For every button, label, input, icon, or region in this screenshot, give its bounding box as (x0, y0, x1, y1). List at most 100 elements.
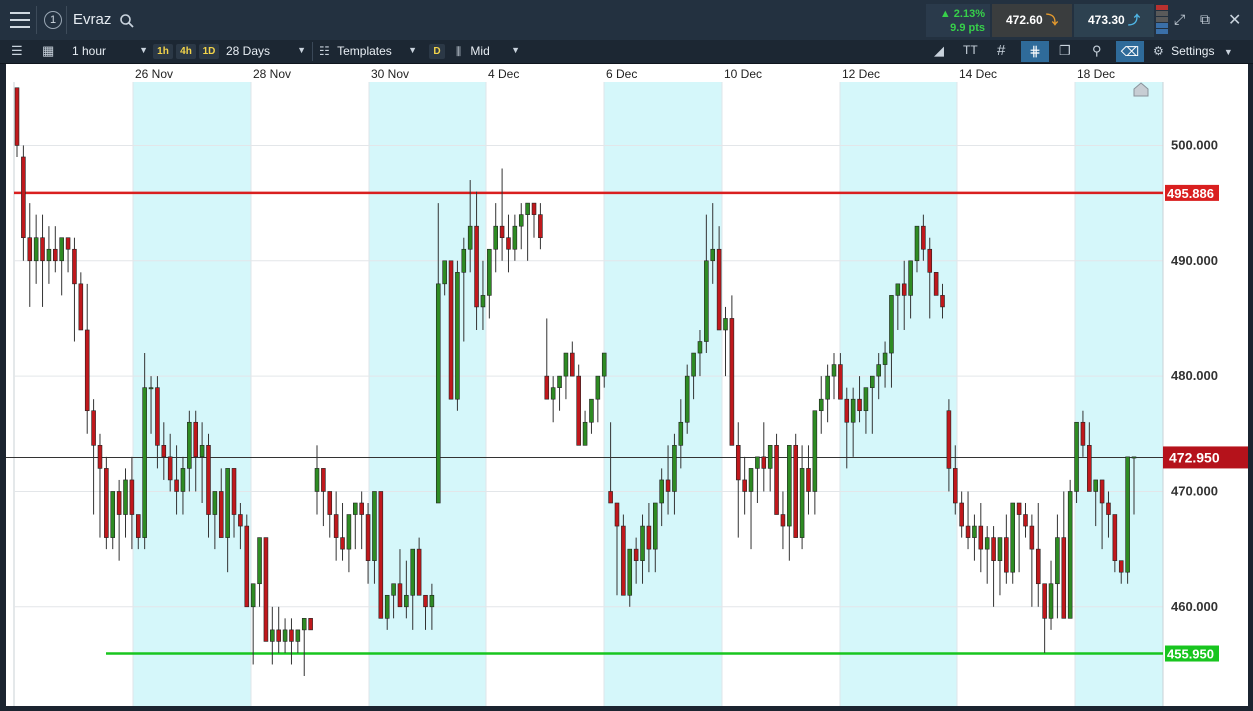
candle-body (710, 248, 716, 262)
instrument-name[interactable]: Evraz (73, 11, 111, 28)
candle-body (512, 225, 518, 250)
candle-body (621, 525, 626, 596)
candle-body (295, 629, 301, 642)
grid-icon[interactable]: # (997, 42, 1005, 59)
candle-body (940, 295, 945, 308)
candle-body (793, 445, 798, 538)
candle (755, 456, 760, 503)
d-button[interactable]: D (429, 44, 445, 59)
chevron-down-icon: ▼ (408, 45, 417, 55)
home-scroll-icon[interactable] (1133, 82, 1149, 102)
candle-body (40, 237, 45, 262)
menu-icon[interactable] (10, 12, 30, 28)
candle (110, 491, 116, 550)
session-band (840, 82, 957, 706)
price-chart[interactable]: 26 Nov 28 Nov 30 Nov 4 Dec 6 Dec 10 Dec 12 Dec… (6, 64, 1248, 706)
candle (499, 168, 505, 261)
candle (487, 248, 492, 319)
candle-body (270, 629, 275, 642)
candle (965, 491, 971, 550)
candle-body (180, 468, 186, 492)
candle (621, 514, 626, 596)
copy-icon[interactable]: ❐ (1059, 43, 1071, 59)
candle-body (167, 456, 173, 481)
candle (1074, 421, 1079, 503)
candle (59, 237, 64, 296)
candle-body (1106, 502, 1111, 515)
candle-body (921, 225, 926, 250)
candle (984, 526, 990, 584)
tag-icon[interactable]: ⌫ (1116, 41, 1144, 62)
price-type-dropdown[interactable]: ⫼ Mid ▼ (456, 44, 520, 59)
text-tool-icon[interactable]: TT (963, 43, 978, 57)
candle-body (340, 537, 345, 550)
candle-body (570, 352, 575, 377)
candle (72, 237, 77, 342)
candle (27, 203, 33, 307)
divider (312, 42, 313, 61)
divider (66, 6, 67, 34)
buy-button[interactable]: 473.30 ⤴ (1074, 4, 1154, 37)
candle (767, 445, 773, 492)
candle (346, 514, 352, 573)
support-price-tag-text: 455.950 (1167, 647, 1214, 662)
interval-dropdown[interactable]: 1 hour ▼ (72, 44, 148, 58)
candle-body (895, 283, 901, 296)
depth-ladder-icon[interactable] (1156, 5, 1168, 37)
candle-body (14, 87, 20, 146)
candle-body (1048, 583, 1054, 619)
draw-line-icon[interactable]: ◢ (934, 43, 944, 59)
templates-dropdown[interactable]: ☷ Templates ▼ (319, 44, 417, 58)
interval-1d-button[interactable]: 1D (199, 44, 219, 59)
expand-icon[interactable]: ⤢ (1174, 11, 1185, 28)
candle-body (1099, 479, 1105, 504)
change-percent: 2.13% (953, 8, 985, 20)
templates-icon: ☷ (319, 44, 330, 58)
layout-icon[interactable]: ▦ (42, 43, 54, 59)
crosshair-icon[interactable]: ⋕ (1021, 41, 1049, 62)
popout-icon[interactable]: ⧉ (1200, 11, 1210, 28)
candle (1125, 456, 1130, 584)
candle-body (787, 445, 792, 527)
candle-body (1055, 537, 1060, 585)
candle-body (646, 525, 652, 550)
candle-body (199, 445, 205, 458)
candle-body (442, 260, 447, 285)
candle-body (135, 514, 141, 538)
close-icon[interactable]: ✕ (1228, 10, 1241, 30)
candle-body (65, 237, 71, 250)
candle (359, 491, 364, 550)
candle-body (187, 421, 192, 469)
range-dropdown[interactable]: 28 Days ▼ (226, 44, 306, 58)
candle (257, 537, 262, 607)
candle-body (844, 398, 850, 423)
candle (518, 203, 524, 250)
candle (104, 456, 109, 550)
candle-body (799, 468, 805, 538)
y-tick-label: 470.000 (1171, 483, 1218, 498)
chart-area[interactable]: 26 Nov 28 Nov 30 Nov 4 Dec 6 Dec 10 Dec 12 Dec… (6, 64, 1248, 706)
candle-body (640, 525, 645, 561)
candle-body (327, 491, 333, 515)
candle (270, 606, 275, 665)
candle-body (206, 445, 211, 515)
candle-body (1087, 445, 1092, 492)
search-icon[interactable] (119, 13, 135, 34)
candle-body (684, 375, 690, 423)
candle-body (461, 248, 467, 273)
sell-button[interactable]: 472.60 ⤵ (992, 4, 1072, 37)
list-icon[interactable]: ☰ (11, 43, 23, 59)
interval-4h-button[interactable]: 4h (176, 44, 196, 59)
settings-button[interactable]: ⚙ Settings ▼ (1153, 44, 1233, 58)
indicator-icon[interactable]: ⚲ (1092, 43, 1102, 59)
candle (1029, 514, 1035, 607)
chevron-down-icon: ▼ (1223, 47, 1233, 57)
candle-body (321, 468, 326, 492)
alert-count-badge[interactable]: 1 (44, 11, 62, 29)
candle-body (250, 583, 256, 608)
interval-1h-button[interactable]: 1h (153, 44, 173, 59)
candle (589, 398, 594, 434)
candle-body (416, 548, 422, 596)
candle (21, 145, 26, 261)
candle (557, 375, 562, 411)
